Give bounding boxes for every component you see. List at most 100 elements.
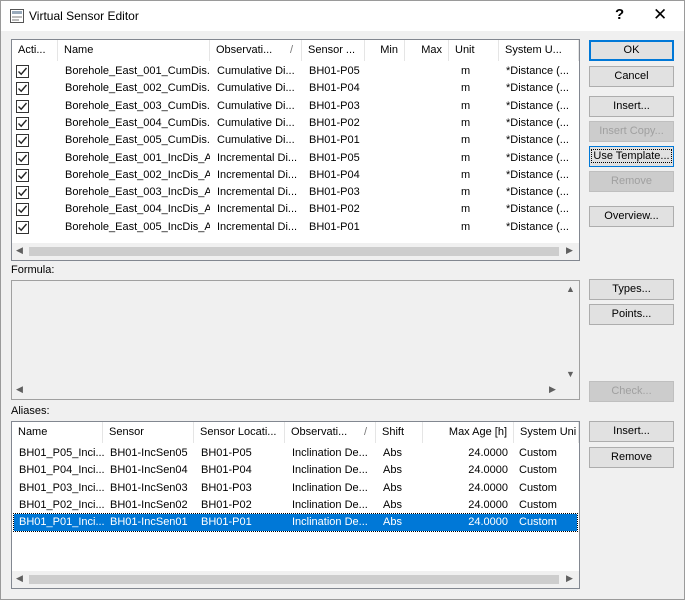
table-row[interactable]: Borehole_East_003_IncDis_A Incremental Di… — [12, 184, 579, 201]
cell-min — [365, 150, 402, 167]
cell-observation: Cumulative Di... — [217, 116, 295, 129]
column-header[interactable]: System Uni — [514, 422, 579, 443]
cell-system-unit: *Distance (... — [506, 203, 569, 216]
column-header[interactable]: Max — [405, 40, 449, 61]
table-row[interactable]: Borehole_East_001_IncDis_A Incremental Di… — [12, 150, 579, 167]
insert-copy-button[interactable]: Insert Copy... — [589, 121, 674, 142]
cell-sensor: BH01-P05 — [309, 65, 360, 77]
cell-name: Borehole_East_002_CumDis... — [65, 82, 210, 95]
column-header[interactable]: Shift — [376, 422, 423, 443]
column-header[interactable]: Acti... — [12, 40, 58, 61]
cell-shift: Abs — [383, 516, 402, 529]
formula-editor[interactable]: ▲ ▼ ◀ ▶ — [11, 280, 580, 400]
scroll-left-icon[interactable]: ◀ — [16, 573, 23, 584]
column-header[interactable]: Observati... / — [210, 40, 302, 61]
active-checkbox[interactable] — [16, 116, 29, 130]
close-icon[interactable]: ✕ — [653, 5, 667, 25]
cell-min — [365, 184, 402, 201]
cell-observation: Incremental Di... — [217, 151, 298, 164]
aliases-label: Aliases: — [11, 405, 50, 417]
scroll-left-icon[interactable]: ◀ — [16, 245, 23, 256]
alias-insert-button[interactable]: Insert... — [589, 421, 674, 442]
column-header[interactable]: Unit — [449, 40, 499, 61]
column-header[interactable]: Sensor — [103, 422, 194, 443]
cell-sensor: BH01-P04 — [309, 168, 360, 181]
active-checkbox[interactable] — [16, 82, 29, 96]
table-row[interactable]: Borehole_East_005_CumDis... Cumulative Di… — [12, 132, 579, 149]
cell-observation: Cumulative Di... — [217, 82, 295, 95]
app-icon — [10, 9, 24, 23]
types-button[interactable]: Types... — [589, 279, 674, 300]
formula-horizontal-scrollbar[interactable]: ◀ ▶ — [12, 382, 562, 399]
check-button[interactable]: Check... — [589, 381, 674, 402]
cell-name: Borehole_East_004_CumDis... — [65, 116, 210, 129]
cell-unit: m — [461, 116, 471, 129]
formula-vertical-scrollbar[interactable]: ▲ ▼ — [562, 281, 579, 399]
active-checkbox[interactable] — [16, 168, 29, 182]
column-header[interactable]: Sensor Locati... — [194, 422, 285, 443]
cell-system-unit: Custom — [519, 464, 557, 477]
active-checkbox[interactable] — [16, 99, 29, 113]
cell-shift: Abs — [383, 464, 402, 477]
column-header[interactable]: Max Age [h] — [423, 422, 514, 443]
cell-max-age: 24.0000 — [468, 481, 508, 494]
table-row[interactable]: Borehole_East_003_CumDis... Cumulative Di… — [12, 98, 579, 115]
cell-min — [365, 201, 402, 218]
active-checkbox[interactable] — [16, 151, 29, 165]
ok-button[interactable]: OK — [589, 40, 674, 61]
column-header[interactable]: Min — [365, 40, 405, 61]
alias-remove-button[interactable]: Remove — [589, 447, 674, 468]
scroll-down-icon[interactable]: ▼ — [566, 369, 575, 379]
help-icon[interactable]: ? — [615, 6, 624, 23]
table-row[interactable]: BH01_P03_Inci... BH01-IncSen03 BH01-P03 Inc… — [14, 480, 577, 497]
column-header-label: Sensor ... — [308, 44, 356, 56]
table-row[interactable]: Borehole_East_004_CumDis... Cumulative Di… — [12, 115, 579, 132]
table-row[interactable]: Borehole_East_002_CumDis... Cumulative Di… — [12, 80, 579, 97]
scroll-right-icon[interactable]: ▶ — [549, 384, 556, 395]
remove-button[interactable]: Remove — [589, 171, 674, 192]
table-row[interactable]: Borehole_East_001_CumDis... Cumulative Di… — [12, 63, 579, 80]
table-row[interactable]: BH01_P01_Inci... BH01-IncSen01 BH01-P01 Inc… — [13, 513, 578, 533]
table-row[interactable]: BH01_P02_Inci... BH01-IncSen02 BH01-P02 Inc… — [14, 497, 577, 514]
column-header[interactable]: Observati... / — [285, 422, 376, 443]
table-row[interactable]: Borehole_East_004_IncDis_A Incremental Di… — [12, 201, 579, 218]
cell-max — [405, 98, 445, 115]
cancel-button[interactable]: Cancel — [589, 66, 674, 87]
cell-system-unit: Custom — [519, 447, 557, 459]
scroll-thumb[interactable] — [29, 247, 559, 256]
sensor-list[interactable]: Acti... Name Observati... / Sensor ... Min Max… — [11, 39, 580, 261]
cell-system-unit: *Distance (... — [506, 116, 569, 129]
table-row[interactable]: BH01_P04_Inci... BH01-IncSen04 BH01-P04 Inc… — [14, 462, 577, 479]
overview-button[interactable]: Overview... — [589, 206, 674, 227]
sensor-list-scrollbar[interactable]: ◀ ▶ — [12, 243, 579, 260]
column-header[interactable]: System U... — [499, 40, 579, 61]
cell-unit: m — [461, 99, 471, 112]
active-checkbox[interactable] — [16, 203, 29, 217]
scroll-thumb[interactable] — [29, 575, 559, 584]
scroll-right-icon[interactable]: ▶ — [566, 573, 573, 584]
points-button[interactable]: Points... — [589, 304, 674, 325]
column-header[interactable]: Sensor ... — [302, 40, 365, 61]
table-row[interactable]: Borehole_East_005_IncDis_A Incremental Di… — [12, 219, 579, 236]
column-header[interactable]: Name — [58, 40, 210, 61]
use-template-button[interactable]: Use Template... — [589, 146, 674, 167]
scroll-right-icon[interactable]: ▶ — [566, 245, 573, 256]
table-row[interactable]: Borehole_East_002_IncDis_A Incremental Di… — [12, 167, 579, 184]
cell-sensor: BH01-P03 — [309, 99, 360, 112]
active-checkbox[interactable] — [16, 220, 29, 234]
sort-indicator-icon: / — [363, 426, 367, 438]
table-row[interactable]: BH01_P05_Inci... BH01-IncSen05 BH01-P05 Inc… — [14, 445, 577, 462]
active-checkbox[interactable] — [16, 134, 29, 148]
active-checkbox[interactable] — [16, 65, 29, 78]
alias-list-scrollbar[interactable]: ◀ ▶ — [12, 571, 579, 588]
cell-sensor: BH01-IncSen04 — [110, 464, 188, 477]
alias-list[interactable]: Name Sensor Sensor Locati... Observati... / S… — [11, 421, 580, 589]
column-header[interactable]: Name — [12, 422, 103, 443]
cell-name: Borehole_East_003_CumDis... — [65, 99, 210, 112]
active-checkbox[interactable] — [16, 186, 29, 200]
scroll-up-icon[interactable]: ▲ — [566, 284, 575, 294]
cell-unit: m — [461, 168, 471, 181]
insert-button[interactable]: Insert... — [589, 96, 674, 117]
cell-unit: m — [461, 186, 471, 199]
scroll-left-icon[interactable]: ◀ — [16, 384, 23, 395]
